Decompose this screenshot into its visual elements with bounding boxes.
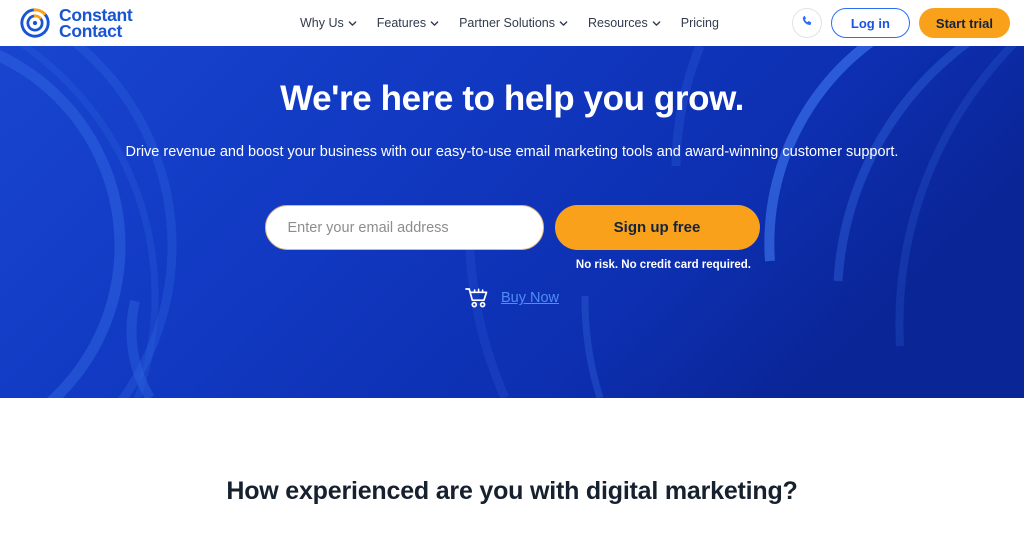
hero-title: We're here to help you grow. [280, 79, 744, 118]
logo-wordmark: Constant Contact [59, 6, 133, 41]
landing-page: Constant Contact Why Us Features Partner… [0, 0, 1024, 543]
nav-label: Partner Solutions [459, 16, 555, 30]
logo-word-line2: Contact [59, 21, 123, 41]
header-actions: Log in Start trial [791, 0, 1010, 46]
signup-free-button[interactable]: Sign up free [554, 205, 760, 251]
shopping-cart-icon [465, 287, 491, 309]
start-trial-label: Start trial [935, 15, 993, 31]
nav-item-pricing[interactable]: Pricing [681, 16, 719, 30]
logo[interactable]: Constant Contact [18, 6, 133, 41]
chevron-down-icon [430, 19, 439, 28]
chevron-down-icon [652, 19, 661, 28]
nav-item-partner-solutions[interactable]: Partner Solutions [459, 16, 568, 30]
buy-now-row[interactable]: Buy Now [465, 287, 559, 309]
main-nav: Why Us Features Partner Solutions Resour… [300, 0, 719, 46]
nav-label: Resources [587, 16, 648, 30]
nav-item-features[interactable]: Features [377, 16, 439, 30]
section-title: How experienced are you with digital mar… [226, 477, 798, 505]
email-input[interactable] [264, 205, 544, 251]
login-button[interactable]: Log in [830, 8, 910, 38]
hero-content: We're here to help you grow. Drive reven… [0, 46, 1024, 398]
nav-item-why-us[interactable]: Why Us [300, 16, 357, 30]
chevron-down-icon [348, 19, 357, 28]
nav-label: Why Us [300, 16, 344, 30]
phone-button[interactable] [791, 8, 822, 38]
constant-contact-logo-icon [18, 6, 52, 40]
nav-label: Features [376, 16, 427, 30]
buy-now-link[interactable]: Buy Now [501, 290, 559, 306]
nav-label: Pricing [680, 16, 719, 30]
login-label: Log in [850, 15, 890, 31]
hero-section: We're here to help you grow. Drive reven… [0, 46, 1024, 398]
nav-item-resources[interactable]: Resources [588, 16, 661, 30]
signup-form: Sign up free [264, 205, 760, 251]
site-header: Constant Contact Why Us Features Partner… [0, 0, 1024, 46]
hero-subtitle: Drive revenue and boost your business wi… [125, 144, 899, 160]
start-trial-button[interactable]: Start trial [918, 8, 1010, 38]
phone-icon [800, 14, 814, 33]
signup-disclaimer: No risk. No credit card required. [575, 259, 751, 272]
experience-section: How experienced are you with digital mar… [0, 398, 1024, 543]
chevron-down-icon [559, 19, 568, 28]
